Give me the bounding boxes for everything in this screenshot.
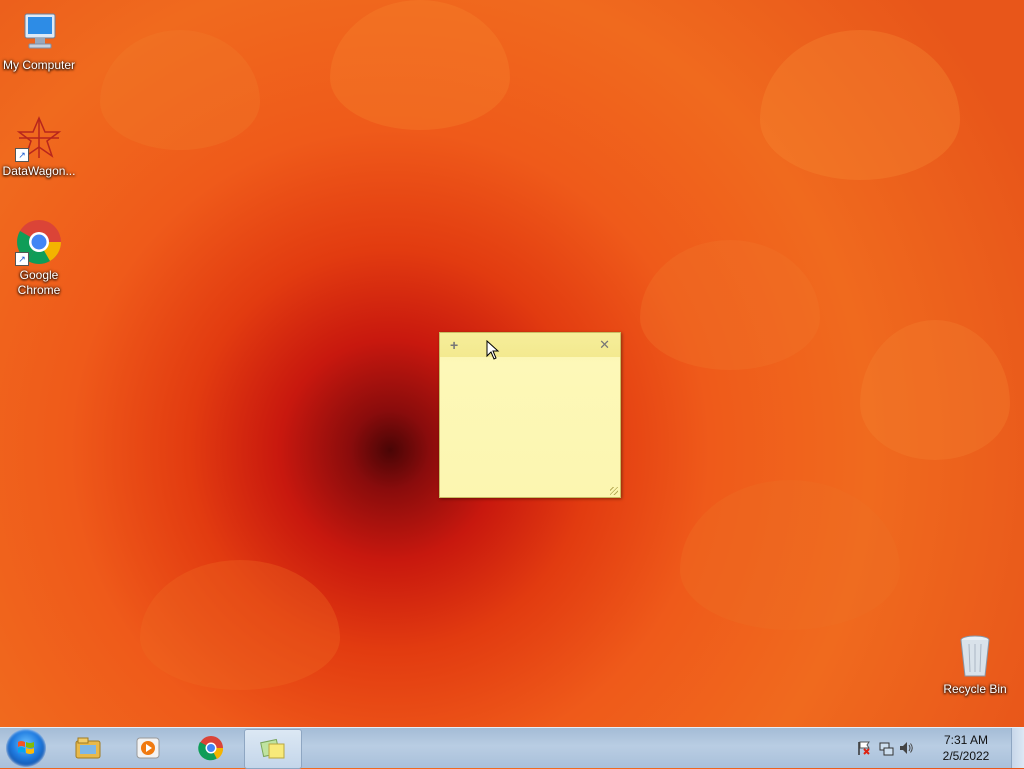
- add-note-button[interactable]: +: [450, 337, 458, 353]
- sticky-note-titlebar[interactable]: [440, 333, 620, 357]
- clock-time: 7:31 AM: [943, 733, 989, 747]
- desktop-icon-label: DataWagon...: [2, 164, 76, 178]
- taskbar-google-chrome-button[interactable]: [183, 729, 239, 767]
- wallpaper-petal: [760, 30, 960, 180]
- taskbar-sticky-notes-button[interactable]: [244, 729, 302, 769]
- close-note-button[interactable]: ✕: [599, 337, 610, 353]
- media-player-icon: [136, 737, 160, 759]
- chrome-icon: ↗: [15, 218, 63, 266]
- action-center-flag-icon[interactable]: [856, 740, 872, 756]
- wallpaper-petal: [140, 560, 340, 690]
- desktop-icon-recycle-bin[interactable]: Recycle Bin: [936, 632, 1014, 697]
- taskbar: 7:31 AM 2/5/2022: [0, 727, 1024, 769]
- desktop-icon-label: Recycle Bin: [943, 682, 1007, 696]
- network-icon[interactable]: [878, 740, 894, 756]
- windows-logo-icon: [18, 741, 34, 754]
- taskbar-media-player-button[interactable]: [120, 729, 176, 767]
- desktop-icon-my-computer[interactable]: My Computer: [0, 8, 78, 73]
- desktop-icon-datawagon[interactable]: ↗ DataWagon...: [0, 114, 78, 179]
- sticky-notes-icon: [260, 738, 285, 759]
- wallpaper-petal: [330, 0, 510, 130]
- desktop-icon-label: My Computer: [2, 58, 76, 72]
- computer-icon: [15, 8, 63, 56]
- desktop-icon-label: Google Chrome: [17, 268, 61, 297]
- wallpaper-petal: [640, 240, 820, 370]
- sticky-note-text-area[interactable]: [446, 361, 614, 489]
- datawagon-icon: ↗: [15, 114, 63, 162]
- chrome-icon: [198, 736, 224, 761]
- shortcut-arrow-icon: ↗: [15, 252, 29, 266]
- wallpaper-petal: [860, 320, 1010, 460]
- taskbar-windows-explorer-button[interactable]: [60, 729, 116, 767]
- wallpaper-petal: [680, 480, 900, 630]
- clock-date: 2/5/2022: [942, 749, 990, 763]
- recycle-bin-icon: [951, 632, 999, 680]
- clock[interactable]: 7:31 AM 2/5/2022: [936, 732, 996, 764]
- sticky-note[interactable]: + ✕: [439, 332, 621, 498]
- wallpaper-petal: [100, 30, 260, 150]
- resize-grip-icon[interactable]: [610, 487, 618, 495]
- shortcut-arrow-icon: ↗: [15, 148, 29, 162]
- system-tray: 7:31 AM 2/5/2022: [848, 728, 1008, 768]
- desktop-icon-google-chrome[interactable]: ↗ Google Chrome: [0, 218, 78, 298]
- folder-icon: [75, 737, 101, 759]
- volume-icon[interactable]: [898, 740, 914, 756]
- start-button[interactable]: [6, 729, 46, 767]
- show-desktop-button[interactable]: [1011, 728, 1024, 768]
